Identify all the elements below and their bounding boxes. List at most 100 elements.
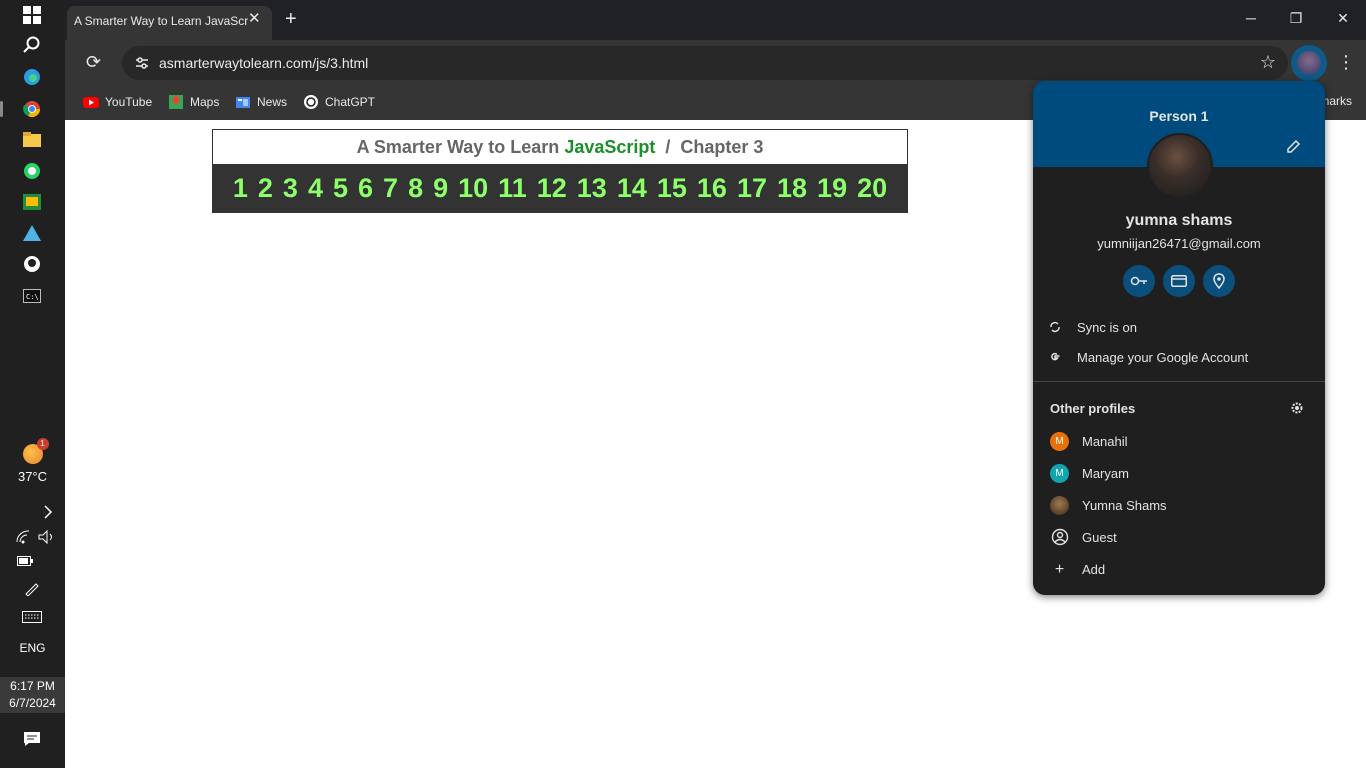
- svg-text:C:\: C:\: [26, 293, 39, 301]
- input-language[interactable]: ENG: [0, 641, 65, 655]
- chapter-link-14[interactable]: 14: [612, 173, 652, 204]
- chapter-link-7[interactable]: 7: [378, 173, 403, 204]
- weather-sun-icon: 1: [22, 438, 49, 464]
- close-tab-icon[interactable]: ✕: [248, 11, 261, 26]
- other-profiles-title: Other profiles: [1050, 401, 1136, 416]
- toolbar: ⟳ asmarterwaytolearn.com/js/3.html ☆ ⋮: [65, 40, 1366, 85]
- location-pin-icon[interactable]: [1203, 265, 1235, 297]
- chapter-link-6[interactable]: 6: [353, 173, 378, 204]
- chapter-link-9[interactable]: 9: [428, 173, 453, 204]
- profile-menu: Person 1 yumna shams yumniijan26471@gmai…: [1033, 81, 1325, 595]
- chevron-right-icon[interactable]: [38, 502, 58, 522]
- chatgpt-icon: [304, 95, 318, 109]
- classroom-icon[interactable]: [22, 192, 42, 212]
- profile-avatar: [1297, 51, 1321, 75]
- chapter-link-20[interactable]: 20: [852, 173, 892, 204]
- chapter-link-8[interactable]: 8: [403, 173, 428, 204]
- bookmark-label: News: [257, 95, 288, 109]
- chapter-link-4[interactable]: 4: [303, 173, 328, 204]
- profile-email: yumniijan26471@gmail.com: [1097, 236, 1261, 251]
- chapter-link-10[interactable]: 10: [453, 173, 493, 204]
- notifications-icon[interactable]: [22, 729, 42, 749]
- browser-tab[interactable]: A Smarter Way to Learn JavaScr: [67, 6, 272, 40]
- chapter-link-13[interactable]: 13: [572, 173, 612, 204]
- search-icon[interactable]: [22, 35, 42, 55]
- chapter-link-19[interactable]: 19: [812, 173, 852, 204]
- passwords-key-icon[interactable]: [1123, 265, 1155, 297]
- wifi-icon[interactable]: [14, 527, 34, 547]
- edge-browser-icon[interactable]: [22, 67, 42, 87]
- payment-card-icon[interactable]: [1163, 265, 1195, 297]
- add-label: Add: [1082, 561, 1106, 577]
- chapter-link-3[interactable]: 3: [278, 173, 303, 204]
- battery-icon[interactable]: [15, 551, 35, 571]
- profile-item-label: Yumna Shams: [1082, 497, 1167, 513]
- manage-account-row[interactable]: Manage your Google Account: [1033, 342, 1325, 372]
- bookmark-maps[interactable]: Maps: [168, 94, 219, 110]
- chapter-link-1[interactable]: 1: [228, 173, 253, 204]
- title-javascript: JavaScript: [564, 137, 656, 157]
- person-label: Person 1: [1149, 108, 1209, 124]
- terminal-icon[interactable]: C:\: [22, 286, 42, 306]
- profile-button[interactable]: [1291, 45, 1327, 81]
- weather-temperature: 37°C: [17, 469, 48, 484]
- chapter-navigation: A Smarter Way to Learn JavaScript / Chap…: [212, 129, 908, 213]
- whatsapp-icon[interactable]: [22, 161, 42, 181]
- url-text: asmarterwaytolearn.com/js/3.html: [159, 55, 369, 71]
- profile-photo-avatar: [1050, 495, 1069, 515]
- sync-row[interactable]: Sync is on: [1033, 312, 1325, 342]
- more-menu-icon[interactable]: ⋮: [1337, 52, 1355, 73]
- address-bar[interactable]: asmarterwaytolearn.com/js/3.html ☆: [122, 46, 1288, 80]
- divider: [1033, 381, 1325, 382]
- app-icon[interactable]: [22, 223, 42, 243]
- manage-account-label: Manage your Google Account: [1077, 349, 1249, 365]
- file-explorer-icon[interactable]: [22, 130, 42, 150]
- title-suffix: / Chapter 3: [655, 137, 764, 157]
- chapter-link-12[interactable]: 12: [532, 173, 572, 204]
- site-info-icon[interactable]: [134, 55, 150, 76]
- volume-icon[interactable]: [37, 527, 57, 547]
- taskbar: C:\ 1 37°C ENG 6:17 PM 6/7/2024: [0, 0, 65, 768]
- gear-icon[interactable]: [1290, 401, 1304, 420]
- sync-icon: [1033, 321, 1077, 333]
- chapter-title: A Smarter Way to Learn JavaScript / Chap…: [213, 130, 907, 164]
- profile-item-maryam[interactable]: M Maryam: [1033, 457, 1325, 489]
- edit-pencil-icon[interactable]: [1287, 139, 1301, 158]
- guest-profile-item[interactable]: Guest: [1033, 521, 1325, 553]
- chapter-link-5[interactable]: 5: [328, 173, 353, 204]
- chapter-link-15[interactable]: 15: [652, 173, 692, 204]
- add-profile-item[interactable]: + Add: [1033, 553, 1325, 585]
- pen-icon[interactable]: [22, 578, 42, 598]
- news-icon: [236, 97, 250, 108]
- profile-item-yumna-shams[interactable]: Yumna Shams: [1033, 489, 1325, 521]
- github-icon[interactable]: [22, 254, 42, 274]
- restore-button[interactable]: ❐: [1286, 10, 1306, 27]
- chrome-browser-icon[interactable]: [22, 99, 42, 119]
- bookmark-youtube[interactable]: YouTube: [83, 94, 152, 110]
- bookmark-label: YouTube: [105, 95, 153, 109]
- chapter-link-18[interactable]: 18: [772, 173, 812, 204]
- system-clock[interactable]: 6:17 PM 6/7/2024: [0, 677, 65, 713]
- minimize-button[interactable]: ─: [1241, 10, 1261, 26]
- profile-initial-avatar: M: [1050, 431, 1069, 451]
- chapter-link-17[interactable]: 17: [732, 173, 772, 204]
- chapter-link-16[interactable]: 16: [692, 173, 732, 204]
- clock-date: 6/7/2024: [9, 696, 56, 710]
- weather-widget[interactable]: 1 37°C: [0, 438, 65, 484]
- chapter-link-2[interactable]: 2: [253, 173, 278, 204]
- new-tab-button[interactable]: +: [285, 9, 297, 29]
- active-app-indicator: [0, 101, 3, 117]
- profile-item-manahil[interactable]: M Manahil: [1033, 425, 1325, 457]
- bookmark-chatgpt[interactable]: ChatGPT: [303, 94, 375, 110]
- windows-start-icon[interactable]: [22, 5, 42, 25]
- keyboard-icon[interactable]: [22, 607, 42, 627]
- profile-name: yumna shams: [1125, 212, 1233, 229]
- chapter-links: 1 2 3 4 5 6 7 8 9 10 11 12 13 14 15 16 17 18 19 20: [213, 164, 907, 213]
- close-window-button[interactable]: ✕: [1333, 10, 1353, 27]
- profile-item-label: Manahil: [1082, 433, 1128, 449]
- reload-icon[interactable]: ⟳: [86, 52, 101, 73]
- maps-icon: [169, 95, 183, 109]
- chapter-link-11[interactable]: 11: [493, 173, 532, 204]
- bookmark-news[interactable]: News: [235, 94, 287, 110]
- bookmark-star-icon[interactable]: ☆: [1260, 52, 1276, 73]
